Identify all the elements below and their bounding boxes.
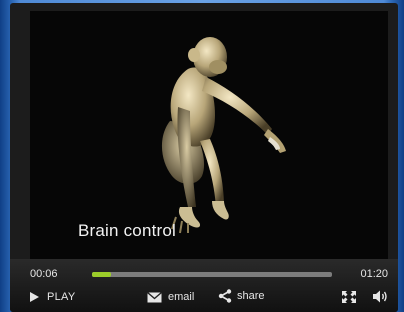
share-label: share — [237, 290, 265, 302]
video-caption: Brain control — [78, 221, 177, 240]
total-time: 01:20 — [360, 268, 388, 280]
current-time: 00:06 — [30, 268, 58, 280]
video-player: Brain control 00:06 01:20 PLAY email sha… — [10, 3, 398, 312]
progress-fill — [92, 272, 112, 277]
email-icon — [147, 291, 162, 302]
play-label: PLAY — [47, 291, 76, 303]
button-row: PLAY email share — [10, 289, 398, 309]
play-icon — [30, 292, 39, 302]
email-button[interactable]: email — [147, 291, 194, 303]
volume-icon — [373, 290, 387, 303]
play-button[interactable]: PLAY — [30, 291, 76, 303]
share-button[interactable]: share — [218, 289, 265, 303]
progress-bar[interactable] — [92, 272, 332, 277]
volume-button[interactable] — [373, 290, 389, 303]
share-icon — [218, 289, 232, 303]
video-screen[interactable]: Brain control — [30, 11, 388, 259]
fullscreen-button[interactable] — [342, 291, 356, 303]
email-label: email — [168, 291, 195, 303]
page-background: Brain control 00:06 01:20 PLAY email sha… — [0, 0, 404, 312]
control-bar: 00:06 01:20 PLAY email share — [10, 259, 398, 312]
fullscreen-icon — [342, 291, 356, 303]
